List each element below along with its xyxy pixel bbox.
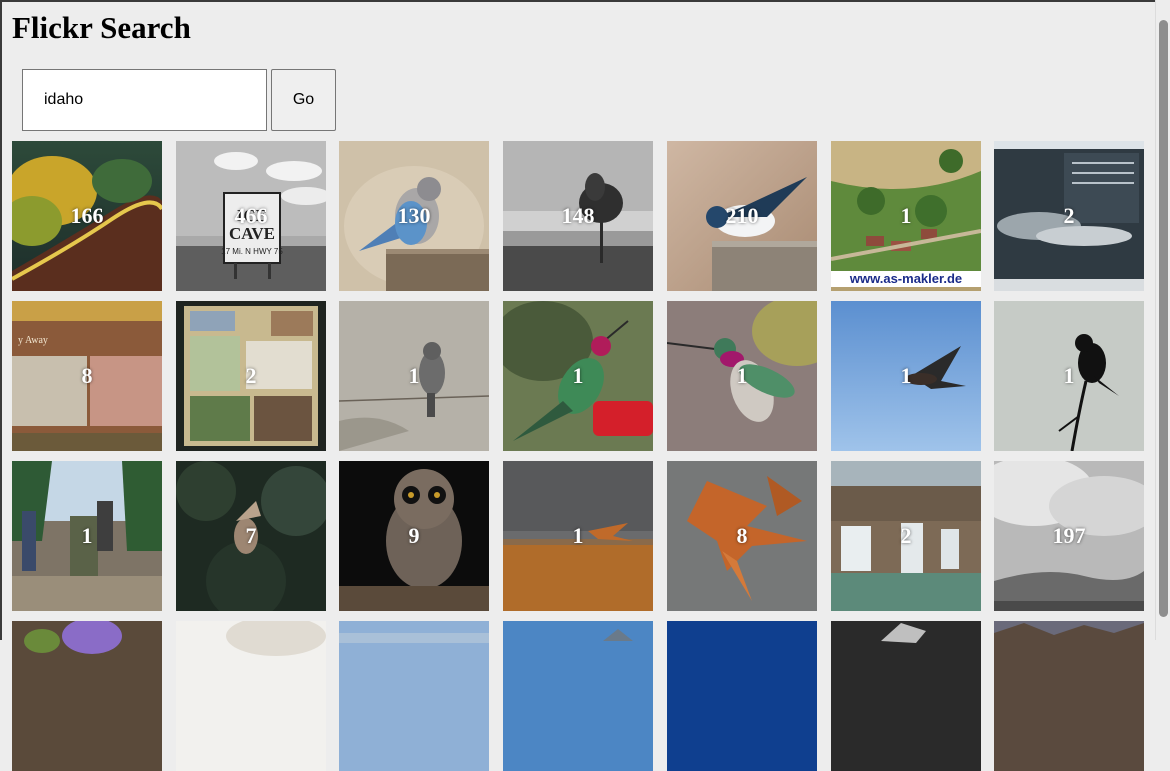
result-count: 197 bbox=[1052, 523, 1086, 548]
result-tile[interactable]: 1 bbox=[994, 301, 1144, 451]
result-count: 1 bbox=[736, 363, 748, 388]
window-frame-left bbox=[0, 0, 2, 640]
result-tile[interactable]: 1 bbox=[503, 301, 653, 451]
result-count: 1 bbox=[408, 363, 420, 388]
result-count: 8 bbox=[81, 363, 93, 388]
scrollbar-thumb[interactable] bbox=[1159, 20, 1168, 617]
result-tile[interactable]: 1 bbox=[12, 461, 162, 611]
page-title: Flickr Search bbox=[12, 10, 191, 45]
result-tile[interactable]: 2 bbox=[831, 461, 981, 611]
result-tile[interactable]: 1 bbox=[831, 301, 981, 451]
result-count: 1 bbox=[900, 363, 912, 388]
result-tile[interactable] bbox=[994, 621, 1144, 771]
result-tile[interactable]: 2 bbox=[994, 141, 1144, 291]
result-count: 9 bbox=[408, 523, 420, 548]
result-count: 2 bbox=[900, 523, 912, 548]
result-tile[interactable] bbox=[176, 621, 326, 771]
result-count: 2 bbox=[1063, 203, 1075, 228]
photo-thumbnail bbox=[12, 621, 162, 771]
result-count: 166 bbox=[70, 203, 104, 228]
results-grid: 166 ICE CAVE 17 Mi. N HWY 75 466 130 148… bbox=[12, 141, 1152, 771]
photo-thumbnail bbox=[339, 621, 489, 771]
result-tile[interactable]: 1 www.as-makler.de bbox=[831, 141, 981, 291]
result-count: 2 bbox=[245, 363, 257, 388]
result-count: 1 bbox=[900, 203, 912, 228]
result-tile[interactable]: 210 bbox=[667, 141, 817, 291]
result-tile[interactable]: 1 bbox=[339, 301, 489, 451]
result-tile[interactable] bbox=[339, 621, 489, 771]
photo-thumbnail bbox=[503, 621, 653, 771]
result-tile[interactable] bbox=[831, 621, 981, 771]
window-frame-top bbox=[0, 0, 1170, 2]
photo-thumbnail bbox=[667, 621, 817, 771]
result-tile[interactable] bbox=[503, 621, 653, 771]
result-count: 466 bbox=[234, 203, 268, 228]
result-tile[interactable]: 197 bbox=[994, 461, 1144, 611]
result-count: 8 bbox=[736, 523, 748, 548]
result-count: 1 bbox=[572, 363, 584, 388]
photo-thumbnail bbox=[831, 621, 981, 771]
result-tile[interactable]: 166 bbox=[12, 141, 162, 291]
result-tile[interactable]: 2 bbox=[176, 301, 326, 451]
result-tile[interactable]: 7 bbox=[176, 461, 326, 611]
result-count: 1 bbox=[81, 523, 93, 548]
result-tile[interactable]: 148 bbox=[503, 141, 653, 291]
search-input[interactable] bbox=[22, 69, 267, 131]
result-count: 148 bbox=[561, 203, 595, 228]
result-tile[interactable]: 9 bbox=[339, 461, 489, 611]
result-tile[interactable] bbox=[12, 621, 162, 771]
result-count: 210 bbox=[725, 203, 759, 228]
go-button[interactable]: Go bbox=[271, 69, 336, 131]
result-tile[interactable]: 1 bbox=[667, 301, 817, 451]
result-tile[interactable]: y Away 8 bbox=[12, 301, 162, 451]
photo-thumbnail bbox=[994, 621, 1144, 771]
result-tile[interactable]: 1 bbox=[503, 461, 653, 611]
result-count: 1 bbox=[1063, 363, 1075, 388]
result-tile[interactable]: 8 bbox=[667, 461, 817, 611]
result-count: 7 bbox=[245, 523, 257, 548]
result-tile[interactable]: 130 bbox=[339, 141, 489, 291]
result-count: 130 bbox=[397, 203, 431, 228]
vertical-scrollbar[interactable] bbox=[1155, 0, 1170, 640]
photo-caption: www.as-makler.de bbox=[831, 271, 981, 287]
result-count: 1 bbox=[572, 523, 584, 548]
result-tile[interactable]: ICE CAVE 17 Mi. N HWY 75 466 bbox=[176, 141, 326, 291]
photo-thumbnail bbox=[176, 621, 326, 771]
result-tile[interactable] bbox=[667, 621, 817, 771]
